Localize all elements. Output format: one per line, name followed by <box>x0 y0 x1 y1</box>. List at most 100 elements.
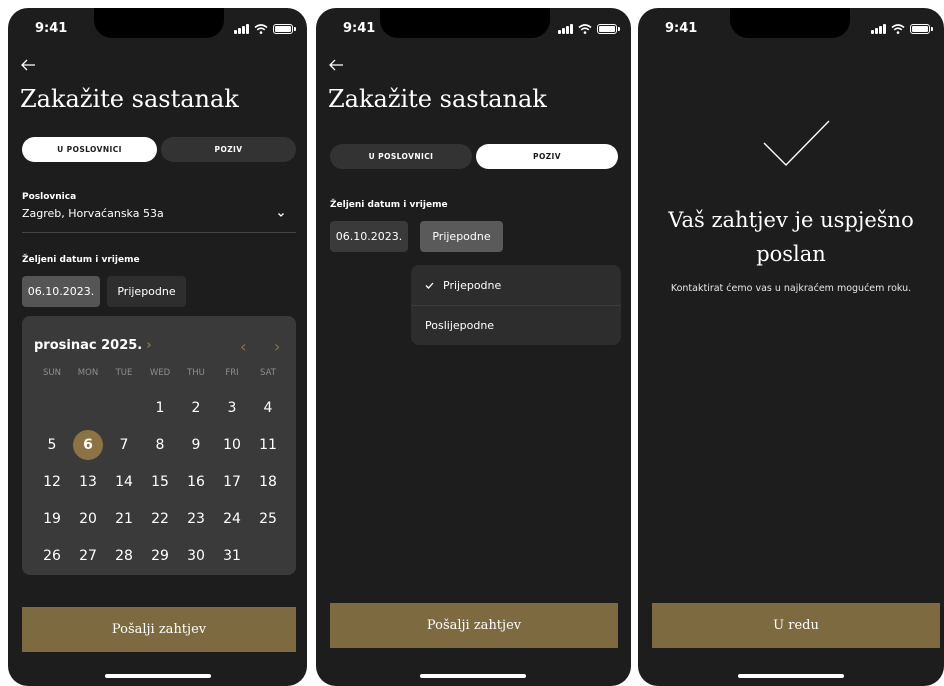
calendar-day[interactable]: 30 <box>178 537 214 574</box>
calendar-day-selected[interactable]: 6 <box>70 426 106 463</box>
calendar-day-number: 15 <box>151 473 169 490</box>
chevron-down-icon[interactable] <box>276 211 286 219</box>
month-year-label: prosinac 2025. <box>34 338 143 353</box>
calendar-day-number: 26 <box>43 547 61 564</box>
calendar-day[interactable]: 26 <box>34 537 70 574</box>
calendar-day-number: 3 <box>227 399 237 416</box>
calendar-day[interactable]: 28 <box>106 537 142 574</box>
status-bar: 9:41 <box>316 8 631 44</box>
weekday-label: WED <box>149 368 171 378</box>
calendar-day[interactable]: 27 <box>70 537 106 574</box>
calendar-day[interactable]: 15 <box>142 463 178 500</box>
meeting-type-segmented-control: U POSLOVNICI POZIV <box>22 137 296 162</box>
calendar-blank-cell <box>106 389 142 426</box>
calendar-day[interactable]: 13 <box>70 463 106 500</box>
submit-request-button[interactable]: Pošalji zahtjev <box>330 603 618 648</box>
calendar-day[interactable]: 18 <box>250 463 286 500</box>
weekday-label: FRI <box>225 368 239 378</box>
calendar-day-number: 11 <box>259 436 277 453</box>
period-picker-button[interactable]: Prijepodne <box>107 276 186 307</box>
home-indicator <box>420 674 526 678</box>
battery-icon <box>273 24 296 34</box>
weekday-label: MON <box>77 368 99 378</box>
calendar-day[interactable]: 25 <box>250 500 286 537</box>
calendar-month-title[interactable]: prosinac 2025. › <box>34 338 152 353</box>
date-picker-button[interactable]: 06.10.2023. <box>22 276 100 307</box>
calendar-day[interactable]: 16 <box>178 463 214 500</box>
wifi-icon <box>891 24 905 34</box>
weekday-header: SUN MON TUE WED THU FRI SAT <box>34 368 286 378</box>
calendar-day[interactable]: 23 <box>178 500 214 537</box>
ok-button[interactable]: U redu <box>652 603 940 648</box>
calendar-day[interactable]: 5 <box>34 426 70 463</box>
calendar-day-number: 2 <box>191 399 201 416</box>
calendar-day[interactable]: 20 <box>70 500 106 537</box>
calendar-day-number: 1 <box>155 399 165 416</box>
checkmark-icon <box>763 120 830 166</box>
status-bar: 9:41 <box>638 8 944 44</box>
status-time: 9:41 <box>35 21 68 36</box>
calendar-day-number: 12 <box>43 473 61 490</box>
calendar-day[interactable]: 2 <box>178 389 214 426</box>
notch <box>380 8 550 38</box>
calendar-blank-cell <box>70 389 106 426</box>
calendar-day[interactable]: 14 <box>106 463 142 500</box>
calendar-day[interactable]: 11 <box>250 426 286 463</box>
page-title: Zakažite sastanak <box>20 85 239 113</box>
wifi-icon <box>578 24 592 34</box>
calendar-day[interactable]: 8 <box>142 426 178 463</box>
status-time: 9:41 <box>665 21 698 36</box>
date-picker-button[interactable]: 06.10.2023. <box>330 221 408 252</box>
calendar-day[interactable]: 3 <box>214 389 250 426</box>
calendar-day[interactable]: 4 <box>250 389 286 426</box>
segment-in-office[interactable]: U POSLOVNICI <box>22 137 157 162</box>
screen-schedule-in-office: 9:41 Zakažite sastanak U POSLOVNICI POZI… <box>8 8 307 686</box>
calendar-day-number: 7 <box>119 436 129 453</box>
calendar-day[interactable]: 17 <box>214 463 250 500</box>
screen-request-sent: 9:41 Vaš zahtjev je uspješno poslan Kont… <box>638 8 944 686</box>
calendar-day-number: 14 <box>115 473 133 490</box>
wifi-icon <box>254 24 268 34</box>
calendar-day[interactable]: 7 <box>106 426 142 463</box>
calendar-day-number: 19 <box>43 510 61 527</box>
submit-request-button[interactable]: Pošalji zahtjev <box>22 607 296 652</box>
back-arrow-icon[interactable] <box>328 58 344 72</box>
calendar-day[interactable]: 19 <box>34 500 70 537</box>
screen-schedule-call: 9:41 Zakažite sastanak U POSLOVNICI POZI… <box>316 8 631 686</box>
battery-icon <box>910 24 933 34</box>
calendar-day[interactable]: 22 <box>142 500 178 537</box>
calendar-day[interactable]: 12 <box>34 463 70 500</box>
segment-in-office[interactable]: U POSLOVNICI <box>330 144 472 169</box>
calendar-day[interactable]: 9 <box>178 426 214 463</box>
chevron-right-icon[interactable]: › <box>274 337 280 356</box>
segment-call[interactable]: POZIV <box>161 137 296 162</box>
period-picker-button[interactable]: Prijepodne <box>420 221 503 252</box>
calendar-day-number: 31 <box>223 547 241 564</box>
calendar-day-number: 5 <box>47 436 57 453</box>
calendar-day-number: 22 <box>151 510 169 527</box>
calendar-day[interactable]: 31 <box>214 537 250 574</box>
dropdown-option-afternoon[interactable]: Poslijepodne <box>411 305 621 345</box>
calendar-day-number: 30 <box>187 547 205 564</box>
calendar-day[interactable]: 10 <box>214 426 250 463</box>
calendar-day-number: 27 <box>79 547 97 564</box>
calendar-day[interactable]: 1 <box>142 389 178 426</box>
weekday-label: SUN <box>43 368 61 378</box>
status-time: 9:41 <box>343 21 376 36</box>
dropdown-option-morning[interactable]: Prijepodne <box>411 265 621 305</box>
calendar-day[interactable]: 21 <box>106 500 142 537</box>
meeting-type-segmented-control: U POSLOVNICI POZIV <box>330 144 618 169</box>
segment-call[interactable]: POZIV <box>476 144 618 169</box>
signal-icon <box>234 24 249 34</box>
branch-select[interactable]: Zagreb, Horvaćanska 53a <box>22 207 164 220</box>
calendar-day[interactable]: 29 <box>142 537 178 574</box>
calendar-days-grid: 1 2 3 4 5 6 7 8 9 10 11 12 13 14 15 16 17 18 19 20 21 22 23 24 2… <box>34 389 286 574</box>
chevron-left-icon[interactable]: ‹ <box>240 337 246 356</box>
weekday-label: THU <box>187 368 205 378</box>
calendar-day[interactable]: 24 <box>214 500 250 537</box>
chevron-right-icon: › <box>146 338 152 353</box>
notch <box>94 8 224 38</box>
checkmark-icon <box>425 282 434 289</box>
success-title: Vaš zahtjev je uspješno poslan <box>668 208 914 266</box>
back-arrow-icon[interactable] <box>20 58 36 72</box>
